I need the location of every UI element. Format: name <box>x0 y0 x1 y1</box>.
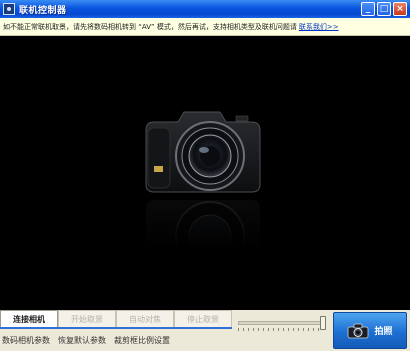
start-preview-tab[interactable]: 开始取景 <box>58 310 116 328</box>
camera-reflection-image <box>146 200 260 280</box>
app-camera-icon <box>3 3 15 15</box>
notice-text: 如不能正常联机取景，请先将数码相机转到 “AV” 模式，然后再试，支持相机类型及… <box>3 22 297 31</box>
connect-camera-tab[interactable]: 连接相机 <box>0 310 58 328</box>
maximize-button[interactable]: □ <box>377 2 391 16</box>
settings-links: 数码相机参数 恢复默认参数 裁剪框比例设置 <box>0 332 232 348</box>
zoom-slider[interactable] <box>238 313 330 331</box>
notice-bar: 如不能正常联机取景，请先将数码相机转到 “AV” 模式，然后再试，支持相机类型及… <box>0 18 410 36</box>
take-photo-label: 拍照 <box>374 327 393 337</box>
camera-params-link[interactable]: 数码相机参数 <box>2 335 50 346</box>
window-controls: _ □ × <box>361 2 407 16</box>
close-button[interactable]: × <box>393 2 407 16</box>
stop-preview-tab[interactable]: 停止取景 <box>174 310 232 328</box>
app-window: 联机控制器 _ □ × 如不能正常联机取景，请先将数码相机转到 “AV” 模式，… <box>0 0 410 351</box>
window-title: 联机控制器 <box>19 5 67 16</box>
camera-placeholder-image <box>145 111 261 193</box>
minimize-button[interactable]: _ <box>361 2 375 16</box>
camera-icon <box>348 323 369 338</box>
action-tabs: 连接相机 开始取景 自动对焦 停止取景 <box>0 310 232 328</box>
slider-ticks <box>238 328 322 331</box>
slider-thumb[interactable] <box>320 316 326 330</box>
control-panel: 连接相机 开始取景 自动对焦 停止取景 数码相机参数 恢复默认参数 裁剪框比例设… <box>0 310 410 351</box>
restore-defaults-link[interactable]: 恢复默认参数 <box>58 335 106 346</box>
tab-underline <box>0 327 232 329</box>
take-photo-button[interactable]: 拍照 <box>333 312 407 349</box>
title-bar[interactable]: 联机控制器 _ □ × <box>0 0 410 18</box>
slider-track <box>238 321 322 325</box>
crop-ratio-link[interactable]: 裁剪框比例设置 <box>114 335 170 346</box>
contact-us-link[interactable]: 联系我们>> <box>299 22 339 32</box>
auto-focus-tab[interactable]: 自动对焦 <box>116 310 174 328</box>
live-view-area <box>0 36 410 310</box>
